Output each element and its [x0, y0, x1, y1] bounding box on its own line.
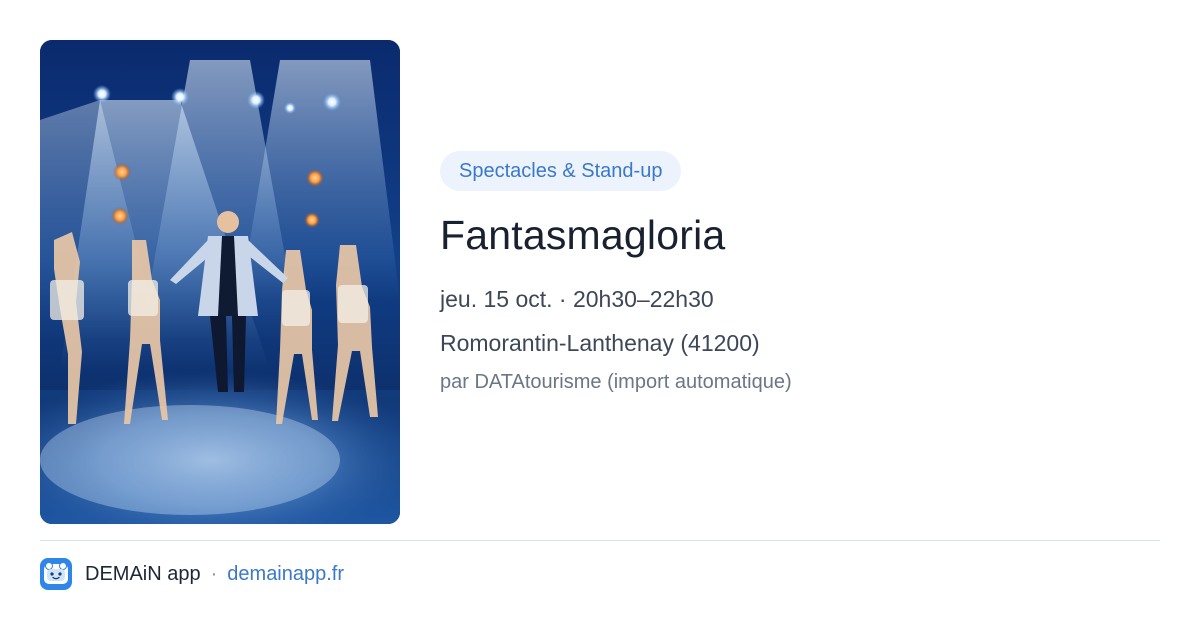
footer: DEMAiN app · demainapp.fr [40, 558, 344, 590]
event-info: Spectacles & Stand-up Fantasmagloria jeu… [440, 151, 1160, 396]
event-title: Fantasmagloria [440, 212, 726, 258]
category-badge[interactable]: Spectacles & Stand-up [440, 151, 682, 191]
logo-bear-icon [44, 562, 68, 584]
event-photo [40, 40, 400, 524]
footer-separator: · [210, 562, 218, 585]
event-datetime: jeu. 15 oct. · 20h30–22h30 [440, 286, 714, 312]
footer-divider [40, 540, 1160, 541]
app-url-link[interactable]: demainapp.fr [227, 563, 344, 586]
event-location: Romorantin-Lanthenay (41200) [440, 330, 760, 356]
demain-app-logo-icon[interactable] [40, 558, 72, 590]
app-name: DEMAiN app [85, 562, 201, 585]
event-photo-illustration [40, 40, 400, 524]
event-source: par DATAtourisme (import automatique) [440, 371, 792, 393]
